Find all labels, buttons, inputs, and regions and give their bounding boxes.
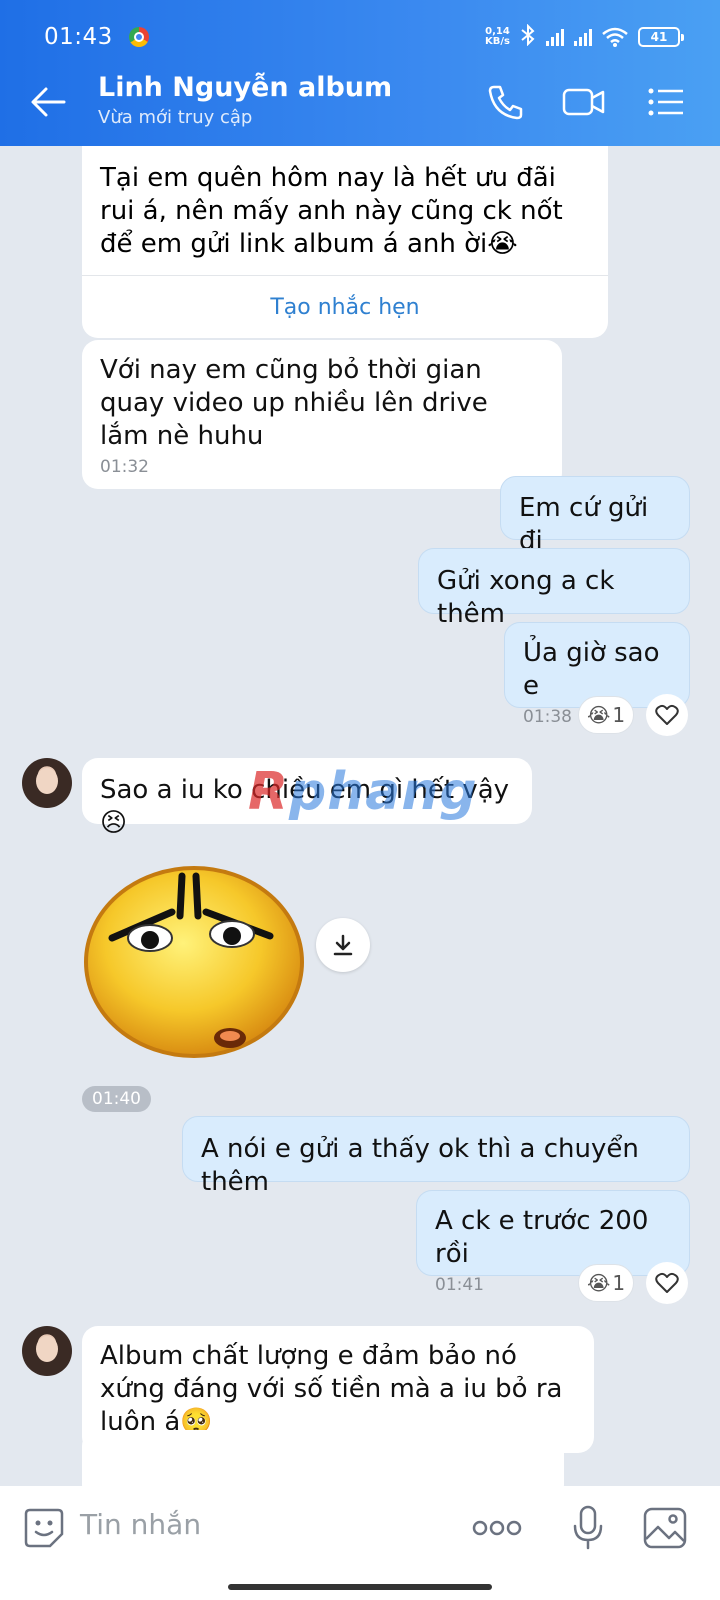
message-bubble-outgoing[interactable]: Em cứ gửi đi	[500, 476, 690, 556]
contact-info[interactable]: Linh Nguyễn album Vừa mới truy cập	[98, 72, 392, 128]
battery-level: 41	[650, 30, 668, 44]
more-button[interactable]	[472, 1516, 522, 1544]
message-text: Tại em quên hôm nay là hết ưu đãi rui á,…	[100, 163, 563, 259]
sticker-icon	[24, 1508, 64, 1548]
crying-emoji-icon: 😭	[586, 703, 611, 727]
menu-list-icon	[648, 88, 683, 116]
nav-bar: Linh Nguyễn album Vừa mới truy cập	[0, 70, 720, 134]
back-button[interactable]	[28, 84, 68, 120]
call-button[interactable]	[484, 82, 526, 122]
message-input-bar: Tin nhắn	[0, 1486, 720, 1600]
watermark-logo: Rphang	[248, 762, 478, 822]
crying-emoji-icon: 😭	[586, 1271, 611, 1295]
watermark-part2: phang	[289, 762, 478, 822]
voice-button[interactable]	[572, 1504, 604, 1554]
message-text: A ck e trước 200 rồi	[435, 1206, 649, 1269]
reaction-count: 1	[612, 703, 626, 727]
message-bubble-outgoing[interactable]: A ck e trước 200 rồi 01:41	[416, 1190, 690, 1295]
battery-icon: 41	[638, 27, 684, 47]
home-indicator[interactable]	[228, 1584, 492, 1590]
image-icon	[643, 1507, 687, 1549]
phone-icon	[488, 85, 523, 120]
message-text: Với nay em cũng bỏ thời gian quay video …	[100, 355, 488, 451]
contact-name: Linh Nguyễn album	[98, 72, 393, 103]
chrome-icon	[128, 27, 149, 47]
create-reminder-button[interactable]: Tạo nhắc hẹn	[82, 276, 608, 338]
network-speed-unit: KB/s	[485, 36, 510, 47]
avatar[interactable]	[22, 1326, 72, 1376]
message-time: 01:41	[435, 1275, 484, 1295]
avatar[interactable]	[22, 758, 72, 808]
message-list[interactable]: Tại em quên hôm nay là hết ưu đãi rui á,…	[0, 146, 720, 1486]
video-call-button[interactable]	[562, 82, 605, 122]
image-button[interactable]	[642, 1506, 688, 1554]
sticker-button[interactable]	[22, 1506, 66, 1554]
heart-icon	[655, 1272, 679, 1293]
status-icons: 0,14 KB/s 41	[485, 23, 684, 51]
chat-header: 01:43 0,14 KB/s 41 Linh Nguyễn album Vừa…	[0, 0, 720, 146]
message-bubble-incoming[interactable]: Tại em quên hôm nay là hết ưu đãi rui á,…	[82, 146, 608, 338]
status-bar: 01:43 0,14 KB/s 41	[44, 22, 684, 52]
signal-icon-2	[574, 28, 592, 46]
download-button[interactable]	[316, 918, 370, 972]
sad-face-icon	[84, 866, 304, 1058]
reaction-badge[interactable]: 😭 1	[578, 1264, 634, 1302]
back-arrow-icon	[31, 87, 66, 117]
message-time: 01:32	[100, 457, 149, 477]
status-time: 01:43	[44, 24, 113, 50]
sad-emoji-sticker[interactable]	[84, 866, 306, 1058]
message-text: Album chất lượng e đảm bảo nó xứng đáng …	[100, 1341, 563, 1437]
message-time: 01:40	[82, 1086, 151, 1112]
message-text: Ủa giờ sao e	[523, 638, 660, 701]
wifi-icon	[602, 27, 628, 47]
bluetooth-icon	[520, 23, 536, 51]
message-bubble-incoming[interactable]: Với nay em cũng bỏ thời gian quay video …	[82, 340, 562, 489]
more-icon	[472, 1520, 522, 1536]
watermark-part1: R	[248, 762, 290, 822]
message-input[interactable]: Tin nhắn	[80, 1508, 201, 1541]
message-bubble-outgoing[interactable]: A nói e gửi a thấy ok thì a chuyển thêm	[182, 1116, 690, 1197]
message-bubble-incoming-partial[interactable]	[82, 1430, 564, 1486]
microphone-icon	[573, 1505, 603, 1550]
contact-status: Vừa mới truy cập	[98, 107, 253, 128]
like-button[interactable]	[646, 1262, 688, 1304]
menu-button[interactable]	[646, 82, 688, 122]
signal-icon	[546, 28, 564, 46]
video-call-icon	[562, 88, 605, 116]
network-speed: 0,14 KB/s	[485, 27, 510, 47]
like-button[interactable]	[646, 694, 688, 736]
download-icon	[333, 934, 353, 956]
heart-icon	[655, 704, 679, 725]
reaction-count: 1	[612, 1271, 626, 1295]
reaction-badge[interactable]: 😭 1	[578, 696, 634, 734]
message-bubble-outgoing[interactable]: Gửi xong a ck thêm	[418, 548, 690, 629]
